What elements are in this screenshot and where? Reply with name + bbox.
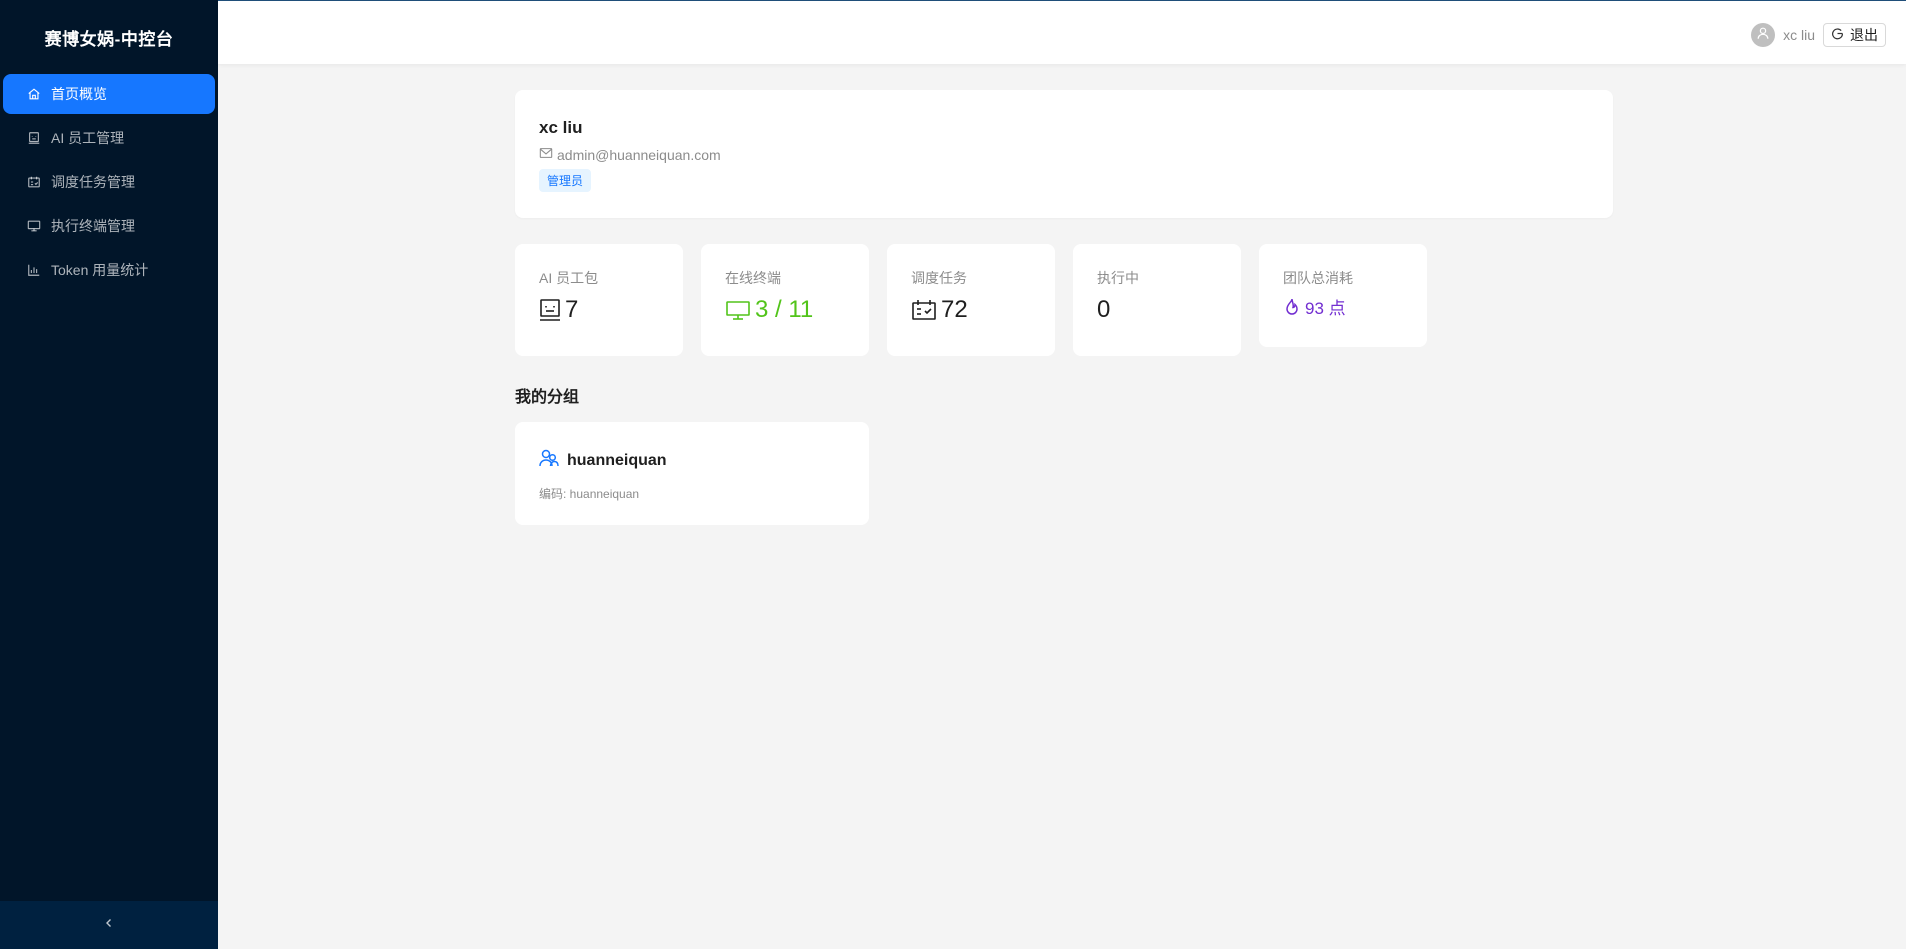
group-card-header: huanneiquan [539,448,845,473]
sidebar-collapse-button[interactable] [0,901,218,949]
stat-title: 团队总消耗 [1283,270,1353,286]
sidebar-menu: 首页概览 AI 员工管理 调度任务管理 执行终端管理 Token 用量统计 [0,74,218,290]
stat-title: 调度任务 [911,270,967,286]
stat-value-row: 3 / 11 [725,296,845,324]
desktop-icon [725,298,751,322]
profile-name: xc liu [539,118,583,137]
robot-icon [27,131,41,145]
stat-value: 72 [941,296,968,323]
stat-value-row: 0 [1097,296,1217,324]
group-name: huanneiquan [567,451,667,469]
stat-value: 0 [1097,296,1111,323]
stat-card-running: 执行中 0 [1073,244,1241,356]
logout-label: 退出 [1850,27,1878,43]
sidebar-item-label: 首页概览 [51,86,107,102]
logout-icon [1831,27,1850,43]
sidebar-item-label: 执行终端管理 [51,218,135,234]
stat-card-team-consumption: 团队总消耗 93 点 [1259,244,1427,347]
header-user-area: xc liu 退出 [1751,23,1886,47]
groups-section-title: 我的分组 [515,389,580,406]
stat-value: 7 [565,296,579,323]
stat-title: AI 员工包 [539,270,599,286]
stat-value: 3 / 11 [755,296,814,323]
profile-card: xc liu admin@huanneiquan.com 管理员 [515,90,1613,218]
sidebar-item-label: AI 员工管理 [51,130,125,146]
chevron-left-icon [103,916,115,934]
fire-icon [1283,297,1301,317]
top-header: xc liu 退出 [218,0,1906,64]
stat-value: 93 点 [1305,299,1346,318]
stat-title: 在线终端 [725,270,781,286]
sidebar-item-schedule-tasks[interactable]: 调度任务管理 [3,162,215,202]
bar-chart-icon [27,263,41,277]
schedule-icon [27,175,41,189]
sidebar-item-home[interactable]: 首页概览 [3,74,215,114]
user-icon [1756,26,1770,45]
app-root: 赛博女娲-中控台 首页概览 AI 员工管理 调度任务管理 执行终端管理 Toke… [0,0,1906,949]
desktop-icon [27,219,41,233]
profile-email: admin@huanneiquan.com [557,146,721,163]
sidebar-item-terminals[interactable]: 执行终端管理 [3,206,215,246]
role-badge: 管理员 [539,169,592,192]
stat-value-row: 93 点 [1283,294,1403,319]
logout-button[interactable]: 退出 [1823,23,1886,47]
profile-email-row: admin@huanneiquan.com [539,146,1589,163]
team-icon [539,448,559,473]
header-user-name: xc liu [1783,27,1815,43]
sidebar-item-token-stats[interactable]: Token 用量统计 [3,250,215,290]
avatar[interactable] [1751,23,1776,47]
stat-value-row: 72 [911,296,1031,324]
robot-icon [539,298,561,322]
home-icon [27,87,41,101]
schedule-icon [911,298,937,322]
group-card[interactable]: huanneiquan 编码: huanneiquan [515,422,869,525]
stat-card-ai-packages: AI 员工包 7 [515,244,683,356]
stat-card-online-terminals: 在线终端 3 / 11 [701,244,869,356]
stat-card-schedule-tasks: 调度任务 72 [887,244,1055,356]
sidebar-item-ai-employees[interactable]: AI 员工管理 [3,118,215,158]
stat-title: 执行中 [1097,270,1139,286]
sidebar-item-label: 调度任务管理 [51,174,135,190]
sidebar-item-label: Token 用量统计 [51,262,149,278]
mail-icon [539,146,557,163]
app-logo-title: 赛博女娲-中控台 [44,29,174,49]
group-code: 编码: huanneiquan [539,487,640,501]
stat-value-row: 7 [539,296,659,324]
sidebar: 赛博女娲-中控台 首页概览 AI 员工管理 调度任务管理 执行终端管理 Toke… [0,0,218,949]
